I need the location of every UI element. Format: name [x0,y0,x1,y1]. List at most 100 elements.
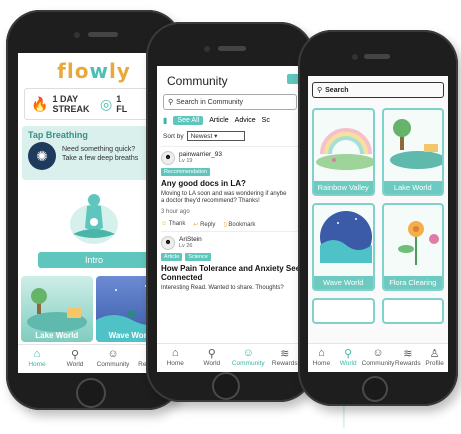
bottom-tab-bar: ⌂Home ⚲World ☺Community ≋Rewards [157,343,303,372]
world-tile-rainbow-valley[interactable]: Rainbow Valley [312,108,375,196]
rewards-icon: ≋ [403,348,413,360]
post-title: How Pain Tolerance and Anxiety Seem Conn… [161,264,303,282]
phone-community: Community ⚲ Search in Community ▮ See Al… [146,22,314,402]
tab-profile[interactable]: ♙ Profile [421,344,448,372]
community-screen: Community ⚲ Search in Community ▮ See Al… [157,66,303,372]
tab-home[interactable]: ⌂ Home [308,344,335,372]
community-icon: ☺ [372,347,384,359]
author-level: Lv 26 [179,243,193,249]
reply-button[interactable]: ↩ Reply [193,221,215,228]
post-body-line1: Moving to LA soon and was wondering if a… [161,191,287,197]
tab-label: Community [96,361,130,368]
post-tag[interactable]: Article [161,253,183,261]
world-tile-flora-clearing[interactable]: Flora Clearing [381,203,444,291]
post-card[interactable]: ☻ painwarrier_93 Lv 19 Recommendation An… [161,146,299,231]
search-input[interactable]: ⚲ Search in Community [163,94,297,110]
meditation-illustration [29,184,159,248]
post-timestamp: 3 hour ago [161,209,190,215]
tab-label: World [203,360,221,367]
home-button[interactable] [362,376,388,402]
tab-article[interactable]: Article [209,117,228,124]
tab-label: World [339,360,357,367]
world-tile-label: Rainbow Valley [314,181,373,194]
tab-label: Rewards [395,360,421,367]
tab-science[interactable]: Sc [262,117,270,124]
post-tag[interactable]: Recommendation [161,168,211,176]
world-card-lake[interactable]: Lake World [21,276,93,342]
tap-breathing-card[interactable]: Tap Breathing ✺ Need something quick? Ta… [22,126,166,180]
world-grid: Rainbow Valley Lake World Wave World Flo… [312,108,444,324]
post-author: ☻ AriStein Lv 26 [161,236,299,250]
post-card[interactable]: ☻ AriStein Lv 26 Article Science How Pai… [161,231,303,292]
author-name: AriStein [179,236,202,243]
tab-community[interactable]: ☺ Community [94,345,132,373]
tab-see-all[interactable]: See All [173,116,204,125]
front-camera [204,46,210,52]
tab-world[interactable]: ⚲ World [335,344,362,372]
bookmark-icon[interactable]: ▮ [163,116,167,125]
tab-label: World [66,361,84,368]
streak-count: 1 DAY [52,94,79,104]
sort-control: Sort by Newest ▾ [163,131,297,141]
home-button[interactable] [212,372,240,400]
search-icon: ⚲ [168,99,174,106]
profile-icon: ♙ [429,348,440,360]
bottom-tab-bar: ⌂ Home ⚲ World ☺ Community ≋ Rewards ♙ Profil… [308,343,448,372]
streak-label: STREAK [52,104,90,114]
world-tile-partial[interactable] [381,298,444,324]
search-input[interactable]: ⚲ Search [312,82,444,98]
streak-box: 🔥 1 DAY STREAK [25,89,94,119]
thank-icon: ☺ [161,221,168,227]
tab-community[interactable]: ☺ Community [230,344,267,372]
tab-label: Home [28,361,46,368]
tab-world[interactable]: ⚲ World [194,344,231,372]
tab-advice[interactable]: Advice [235,117,256,124]
tab-home[interactable]: ⌂ Home [18,345,56,373]
world-card-label: Lake World [35,331,79,340]
intro-button[interactable]: Intro [38,252,150,268]
thank-label: Thank [168,221,186,227]
world-tile-partial[interactable] [312,298,375,324]
tab-rewards[interactable]: ≋Rewards [394,344,421,372]
tab-label: Profile [425,360,444,367]
avatar: ☻ [161,236,175,250]
tab-world[interactable]: ⚲ World [56,345,94,373]
front-camera [74,32,80,38]
world-tile-label: Flora Clearing [383,276,442,289]
sort-select[interactable]: Newest ▾ [186,131,245,141]
sort-label: Sort by [163,132,184,140]
post-tag[interactable]: Science [185,253,211,261]
tap-breathing-line2: Take a few deep breaths [62,155,139,162]
flame-icon: 🔥 [31,95,49,112]
coins-icon: ◎ [100,95,113,112]
speaker [88,32,118,37]
phone-world: ⚲ Search Rainbow Valley Lake World Wave … [298,30,458,406]
avatar: ☻ [161,151,175,165]
search-placeholder: Search [325,86,349,94]
post-body: Interesting Read. Wanted to share. Thoug… [161,285,284,291]
filter-tabs: ▮ See All Article Advice Sc [163,116,297,125]
world-tile-lake-world[interactable]: Lake World [381,108,444,196]
community-icon: ☺ [242,347,254,359]
tab-label: Community [361,360,395,367]
tab-home[interactable]: ⌂ Home [157,344,194,372]
search-placeholder: Search in Community [176,98,244,106]
home-icon: ⌂ [33,348,41,360]
post-title: Any good docs in LA? [161,179,246,188]
world-tile-wave-world[interactable]: Wave World [312,203,375,291]
page-title: Community [167,74,228,88]
post-body: Moving to LA soon and was wondering if a… [161,191,299,205]
flow-count: 1 [116,94,122,104]
thank-button[interactable]: ☺ Thank [161,221,185,228]
world-tile-label: Wave World [314,276,373,289]
sort-value: Newest [190,133,213,140]
bookmark-button[interactable]: ▯ Bookmark [223,221,255,228]
home-button[interactable] [76,378,106,408]
tab-community[interactable]: ☺ Community [362,344,395,372]
community-icon: ☺ [107,348,119,360]
search-icon: ⚲ [317,87,323,94]
speaker [218,46,246,51]
tab-label: Home [312,360,331,367]
tab-label: Community [231,360,265,367]
post-actions: ☺ Thank ↩ Reply ▯ Bookmark [161,221,299,231]
